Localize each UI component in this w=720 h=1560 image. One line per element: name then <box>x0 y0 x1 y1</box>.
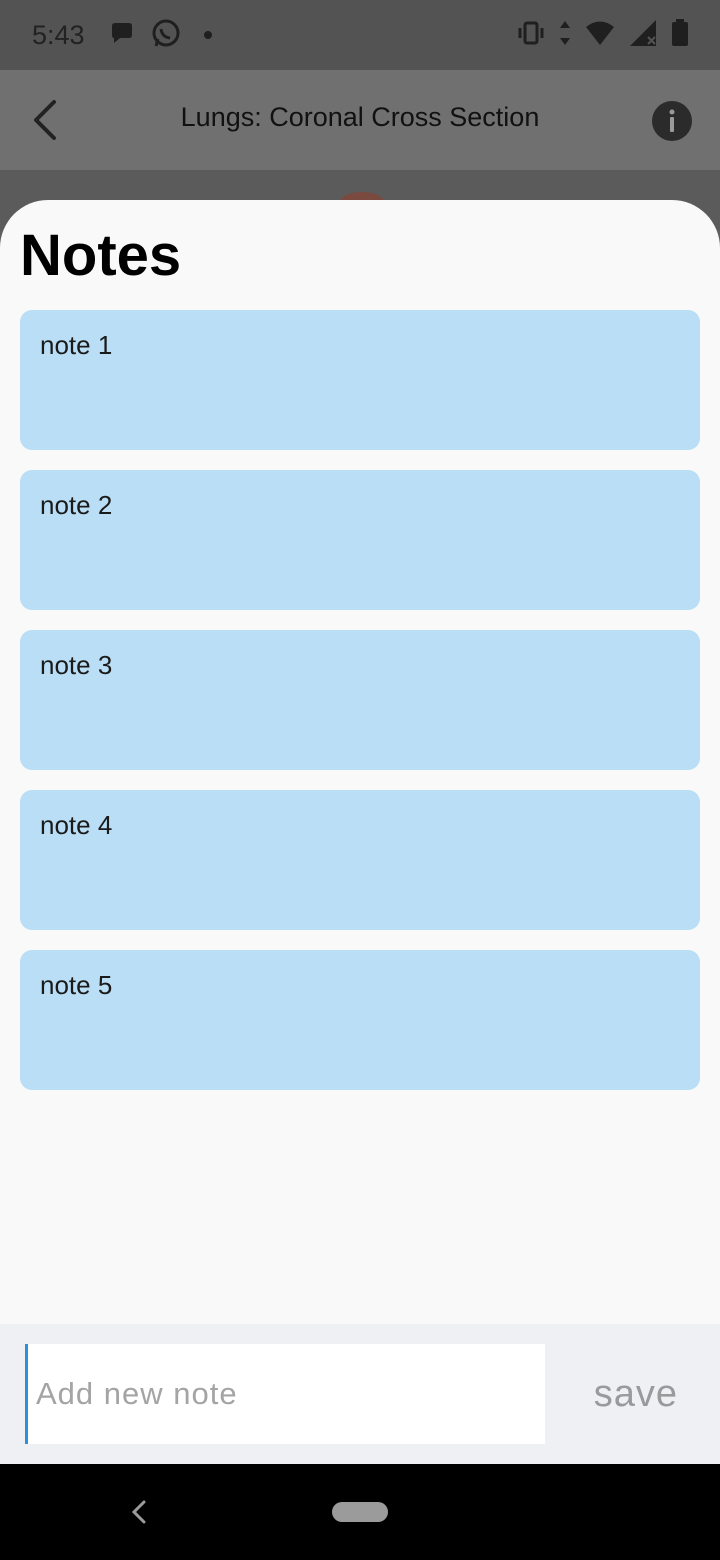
message-bubble-icon <box>108 20 136 53</box>
status-time: 5:43 <box>32 20 85 50</box>
vibrate-icon <box>516 18 546 53</box>
notes-list: note 1 note 2 note 3 note 4 note 5 <box>20 310 700 1110</box>
notes-sheet: Notes note 1 note 2 note 3 note 4 note 5… <box>0 200 720 1464</box>
app-bar: Lungs: Coronal Cross Section <box>0 70 720 170</box>
whatsapp-icon <box>150 18 182 55</box>
nav-home-pill[interactable] <box>332 1502 388 1522</box>
note-card[interactable]: note 3 <box>20 630 700 770</box>
note-text: note 4 <box>40 810 113 840</box>
battery-icon <box>670 18 690 53</box>
notes-title: Notes <box>20 223 182 288</box>
status-system-icons <box>516 18 690 53</box>
note-card[interactable]: note 5 <box>20 950 700 1090</box>
info-icon <box>652 101 692 141</box>
data-arrows-icon <box>558 18 572 53</box>
note-text: note 1 <box>40 330 113 360</box>
page-title: Lungs: Coronal Cross Section <box>180 102 540 132</box>
status-bar: 5:43 <box>0 0 720 70</box>
note-card[interactable]: note 1 <box>20 310 700 450</box>
note-text: note 3 <box>40 650 113 680</box>
note-card[interactable]: note 2 <box>20 470 700 610</box>
note-text: note 2 <box>40 490 113 520</box>
new-note-bar: save <box>0 1324 720 1464</box>
signal-icon <box>628 18 658 53</box>
note-text: note 5 <box>40 970 113 1000</box>
info-button[interactable] <box>652 101 692 141</box>
note-card[interactable]: note 4 <box>20 790 700 930</box>
wifi-icon <box>584 18 616 53</box>
status-notification-icons <box>108 18 220 55</box>
dot-icon <box>196 22 220 51</box>
nav-back-icon <box>131 1500 146 1524</box>
new-note-input[interactable] <box>25 1344 545 1444</box>
nav-back-button[interactable] <box>128 1496 152 1528</box>
navigation-bar <box>0 1464 720 1560</box>
save-button[interactable]: save <box>588 1372 684 1417</box>
